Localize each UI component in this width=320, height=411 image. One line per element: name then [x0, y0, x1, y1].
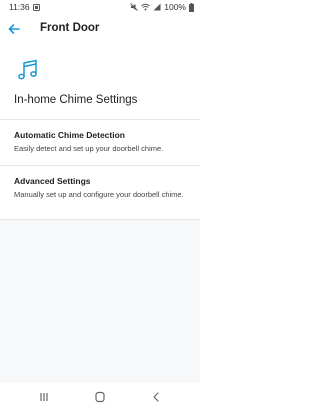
status-left: 11:36: [9, 2, 40, 12]
notification-icon: [32, 3, 40, 11]
signal-icon: [153, 3, 161, 11]
page-title: Front Door: [40, 22, 100, 34]
battery-percent: 100%: [164, 2, 186, 12]
item-description: Easily detect and set up your doorbell c…: [14, 144, 164, 153]
item-description: Manually set up and configure your doorb…: [14, 190, 184, 199]
home-icon[interactable]: [93, 391, 107, 403]
battery-icon: [189, 2, 194, 12]
mute-icon: [130, 3, 139, 11]
empty-content-area: [0, 220, 200, 383]
status-time: 11:36: [9, 2, 30, 12]
recents-icon[interactable]: [37, 391, 51, 403]
system-nav-bar: [0, 383, 200, 411]
item-title: Automatic Chime Detection: [14, 130, 125, 140]
automatic-chime-detection-item[interactable]: Automatic Chime Detection Easily detect …: [0, 120, 200, 165]
item-title: Advanced Settings: [14, 176, 91, 186]
advanced-settings-item[interactable]: Advanced Settings Manually set up and co…: [0, 166, 200, 219]
status-right: 100%: [130, 2, 194, 12]
back-arrow-icon[interactable]: [6, 21, 22, 37]
app-bar: Front Door: [0, 14, 200, 44]
music-note-icon: [16, 58, 40, 82]
back-icon[interactable]: [149, 391, 163, 403]
wifi-icon: [141, 3, 151, 11]
status-bar: 11:36 100%: [0, 0, 200, 14]
section-title: In-home Chime Settings: [14, 94, 138, 106]
